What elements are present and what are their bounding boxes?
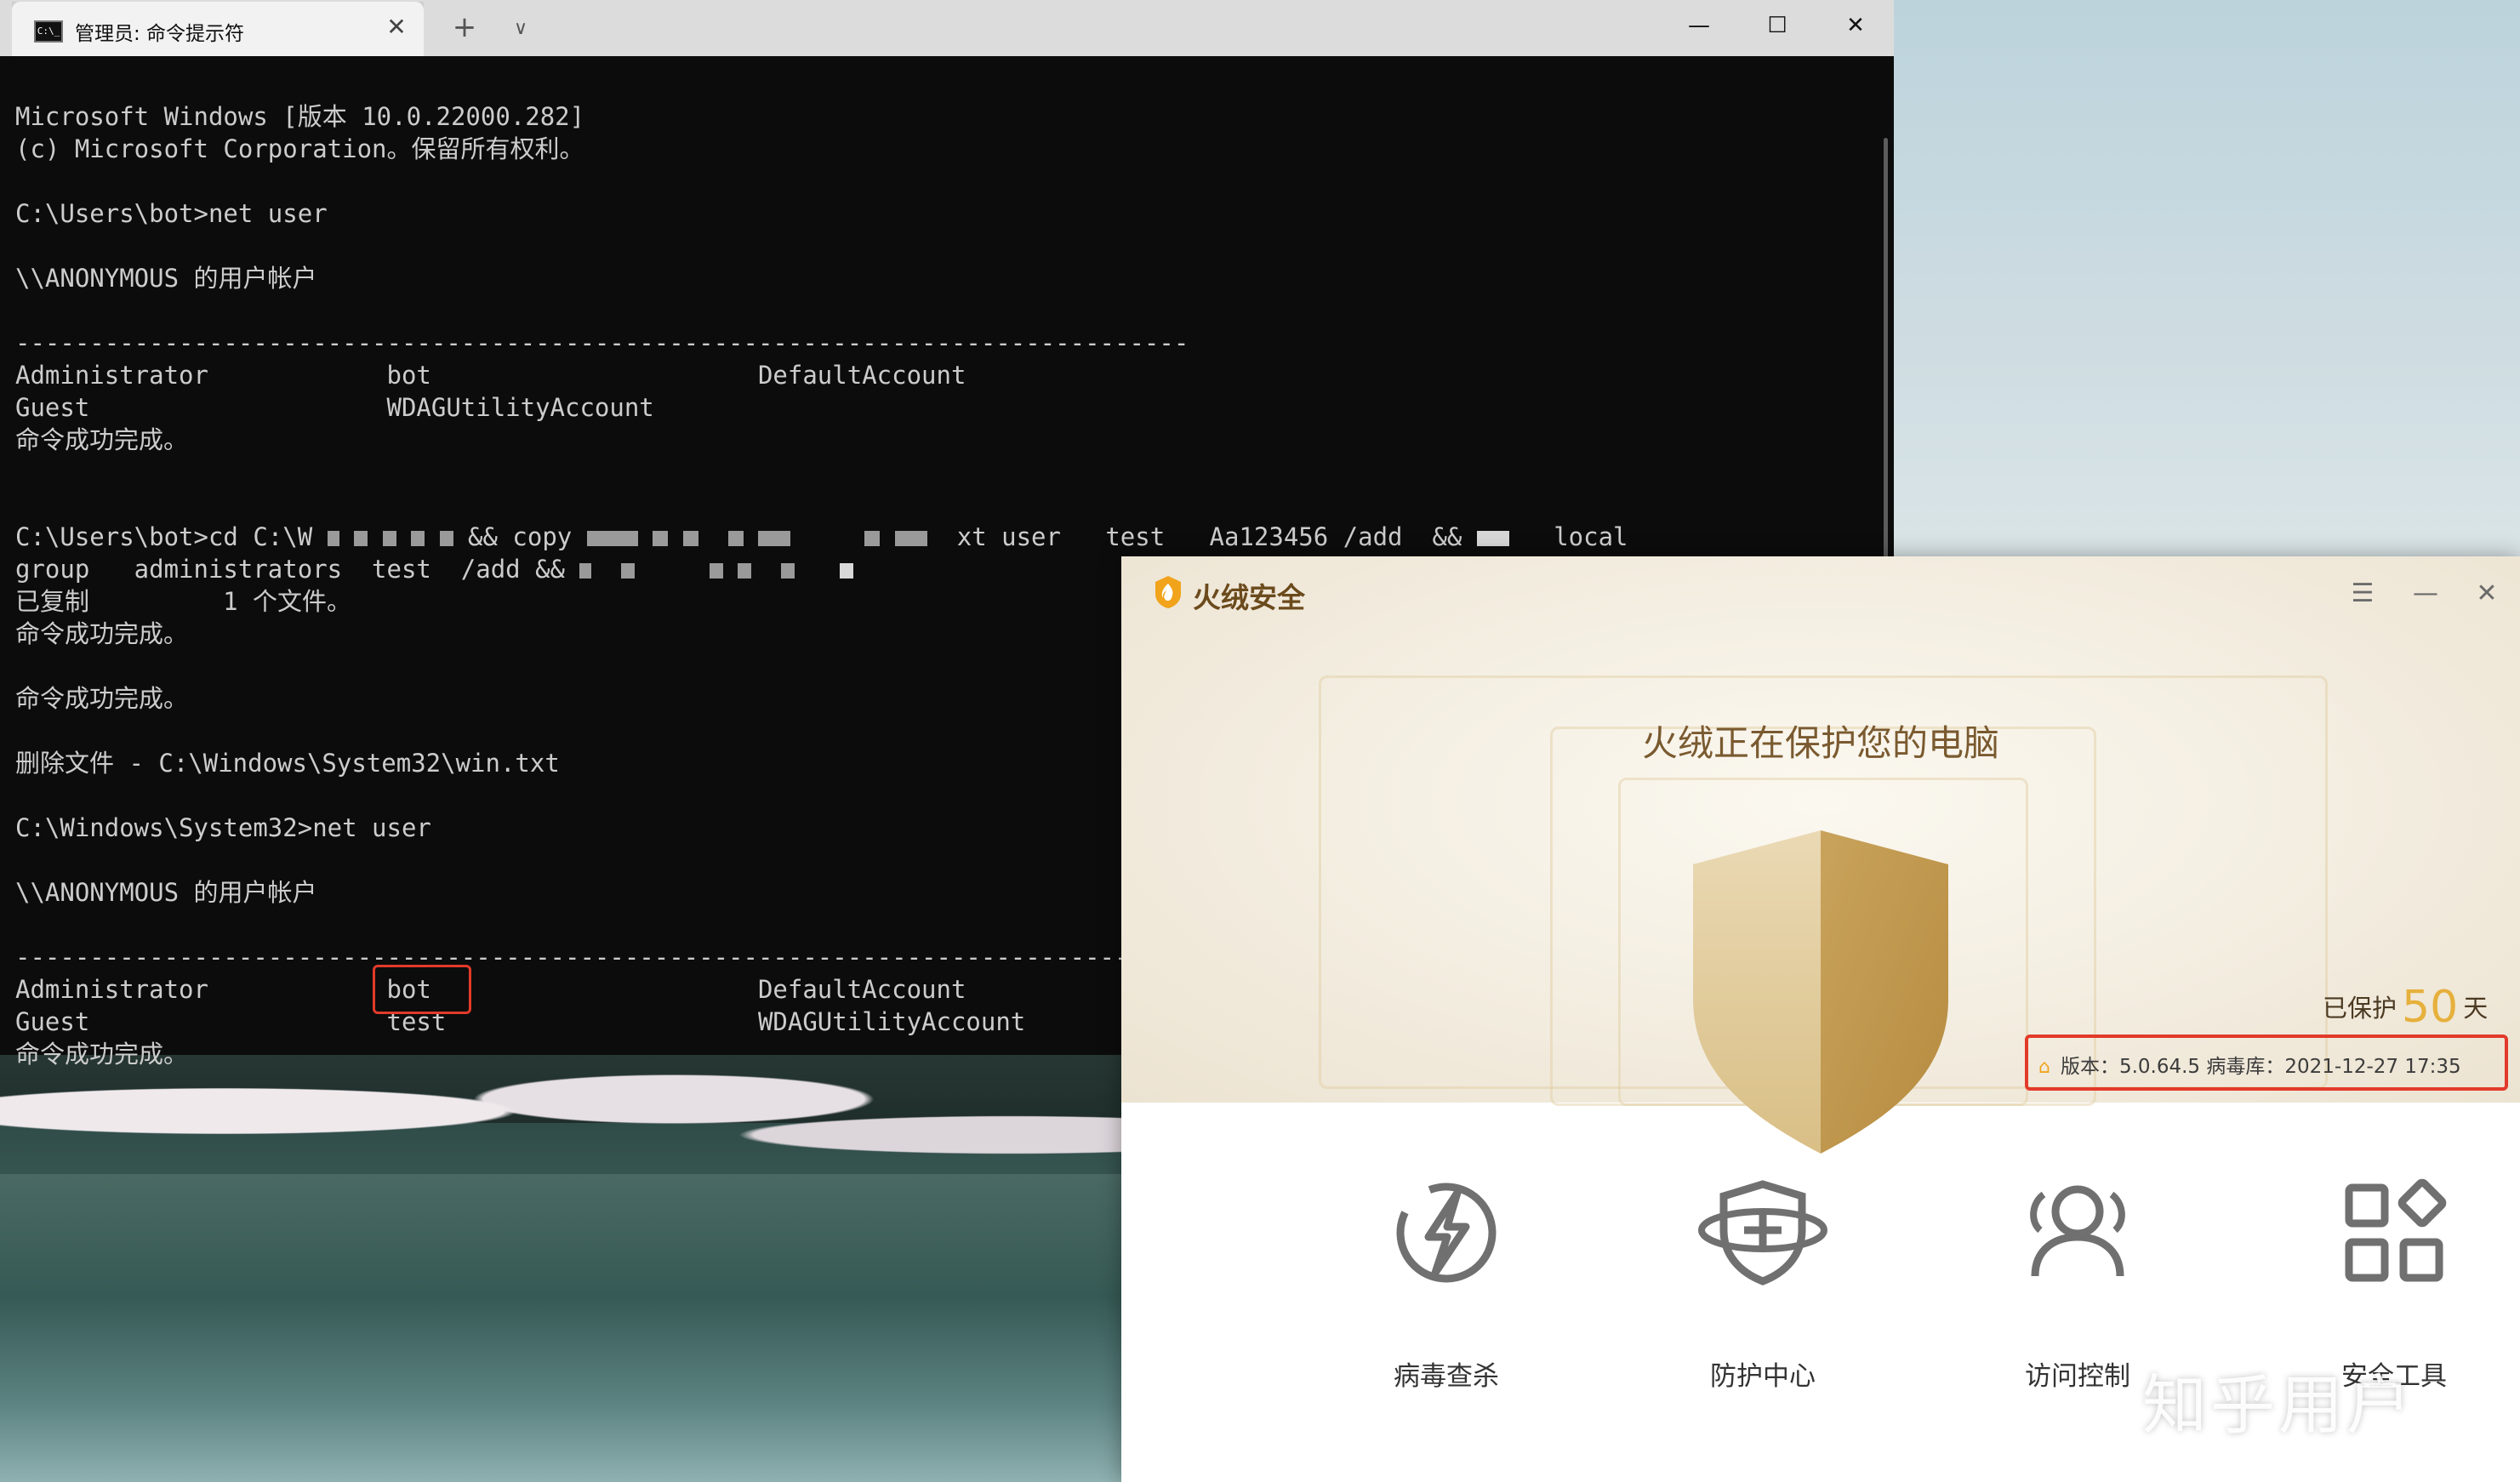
apps-grid-icon — [2345, 1178, 2447, 1282]
redacted-block — [411, 531, 425, 546]
protection-center-label: 防护中心 — [1710, 1361, 1816, 1392]
cmd-icon: C:\_ — [34, 20, 63, 43]
redacted-block — [1476, 531, 1509, 546]
redacted-block — [738, 563, 752, 579]
lightning-icon — [1396, 1183, 1497, 1283]
app-brand: 火绒安全 — [1193, 581, 1305, 614]
wallpaper-rocks — [0, 1063, 1123, 1183]
new-tab-button[interactable]: + — [446, 10, 483, 48]
terminal-line: \\ANONYMOUS 的用户帐户 — [15, 878, 317, 907]
redacted-block — [327, 531, 339, 546]
terminal-line: Guest test WDAGUtilityAccount — [15, 1007, 1026, 1036]
terminal-line: Microsoft Windows [版本 10.0.22000.282] — [15, 102, 585, 131]
terminal-line: 命令成功完成。 — [15, 1040, 189, 1069]
redacted-block — [586, 531, 638, 546]
protected-days-count: 50 — [2402, 982, 2459, 1033]
redacted-block — [439, 531, 453, 546]
shield-plus-icon — [1698, 1180, 1827, 1285]
terminal-line: \\ANONYMOUS 的用户帐户 — [15, 264, 317, 293]
terminal-tab-title: 管理员: 命令提示符 — [75, 23, 245, 45]
terminal-line: ----------------------------------------… — [15, 943, 1189, 972]
redacted-block — [864, 531, 881, 546]
protection-center-button[interactable]: 防护中心 — [1652, 1177, 1873, 1399]
terminal-cmd-tail: xt user test Aa123456 /add && — [956, 522, 1462, 551]
redacted-block — [653, 531, 669, 546]
highlight-box-test-user — [373, 965, 471, 1014]
terminal-line: Administrator bot DefaultAccount — [15, 361, 966, 390]
redacted-block — [382, 531, 396, 546]
highlight-box-version — [2025, 1035, 2508, 1091]
minimize-button[interactable]: — — [2404, 577, 2447, 611]
terminal-line: C:\Users\bot>cd C:\W — [15, 522, 313, 551]
redacted-block — [727, 531, 744, 546]
protected-suffix: 天 — [2463, 994, 2489, 1023]
protected-prefix: 已保护 — [2323, 994, 2397, 1023]
virus-scan-label: 病毒查杀 — [1394, 1361, 1499, 1392]
terminal-line: Administrator bot DefaultAccount — [15, 975, 966, 1004]
wallpaper-sky — [1889, 0, 2520, 596]
redacted-block — [781, 563, 795, 579]
protection-headline: 火绒正在保护您的电脑 — [1641, 722, 1999, 764]
terminal-local: local — [1554, 522, 1628, 551]
maximize-button[interactable]: ☐ — [1739, 0, 1816, 54]
terminal-tab[interactable]: C:\_ 管理员: 命令提示符 ✕ — [12, 2, 424, 56]
zhihu-watermark: 知乎用户 — [2142, 1367, 2415, 1443]
minimize-button[interactable]: — — [1661, 0, 1737, 54]
terminal-line: 命令成功完成。 — [15, 425, 189, 454]
close-button[interactable]: ✕ — [1817, 0, 1894, 54]
redacted-block — [579, 563, 592, 579]
tab-dropdown-button[interactable]: ∨ — [502, 10, 539, 48]
protection-status-panel: 火绒安全 ☰ — ✕ 火绒正在保护您的电脑 已保护 50 天 ⌂ 版本：5.0.… — [1121, 556, 2520, 1154]
virus-scan-button[interactable]: 病毒查杀 — [1336, 1177, 1557, 1399]
wallpaper-lake — [0, 1174, 1123, 1482]
security-app-window[interactable]: 火绒安全 ☰ — ✕ 火绒正在保护您的电脑 已保护 50 天 ⌂ 版本：5.0.… — [1121, 556, 2520, 1482]
menu-icon[interactable]: ☰ — [2341, 577, 2384, 611]
redacted-block — [682, 531, 698, 546]
shield-icon — [1693, 830, 1948, 1154]
terminal-line: (c) Microsoft Corporation。保留所有权利。 — [15, 134, 584, 163]
huorong-logo-icon — [1155, 576, 1181, 608]
terminal-line: 删除文件 - C:\Windows\System32\win.txt — [15, 749, 560, 778]
users-icon — [2030, 1185, 2125, 1277]
redacted-block — [354, 531, 368, 546]
terminal-copy-cmd: && copy — [468, 522, 573, 551]
close-button[interactable]: ✕ — [2466, 577, 2508, 611]
redacted-block — [709, 563, 723, 579]
terminal-line: group administrators test /add && — [15, 555, 566, 584]
terminal-line: C:\Windows\System32>net user — [15, 813, 431, 842]
terminal-line: ----------------------------------------… — [15, 328, 1189, 357]
terminal-titlebar[interactable]: C:\_ 管理员: 命令提示符 ✕ + ∨ — ☐ ✕ — [0, 0, 1894, 56]
terminal-line: C:\Users\bot>net user — [15, 199, 328, 228]
terminal-line: Guest WDAGUtilityAccount — [15, 393, 654, 422]
redacted-block — [839, 563, 853, 579]
redacted-block — [758, 531, 791, 546]
terminal-line: 命令成功完成。 — [15, 684, 189, 713]
redacted-block — [621, 563, 636, 579]
protected-days: 已保护 50 天 — [2323, 982, 2488, 1033]
terminal-line: 命令成功完成。 — [15, 619, 189, 648]
redacted-block — [894, 531, 927, 546]
terminal-line: 已复制 1 个文件。 — [15, 587, 352, 616]
close-tab-icon[interactable]: ✕ — [379, 10, 413, 44]
